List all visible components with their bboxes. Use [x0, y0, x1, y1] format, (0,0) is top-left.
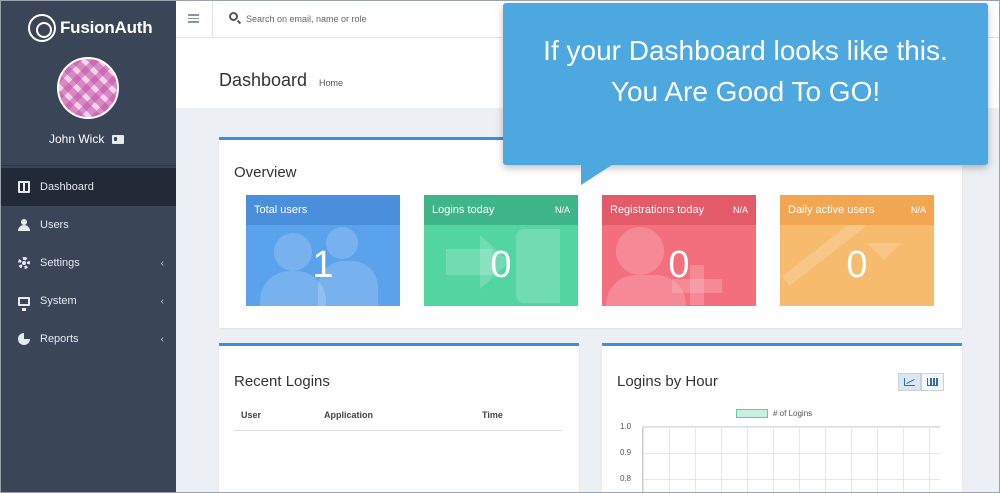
id-card-icon[interactable] — [112, 134, 125, 144]
y-tick-label: 0.8 — [620, 474, 632, 483]
stat-header: Total users — [246, 195, 400, 225]
sidebar-item-label: Reports — [40, 333, 79, 345]
page-title: Dashboard — [219, 70, 308, 90]
chart-legend: # of Logins — [736, 409, 812, 418]
logins-by-hour-panel: Logins by Hour # of Logins 1.0 0.9 0.8 — [602, 343, 962, 493]
fusionauth-logo-icon — [28, 14, 56, 42]
breadcrumb[interactable]: Home — [319, 78, 343, 88]
stat-logins-today[interactable]: Logins today N/A 0 — [424, 195, 578, 306]
brand-name: FusionAuth — [60, 18, 153, 37]
stat-value: 0 — [668, 244, 690, 286]
user-name: John Wick — [49, 132, 105, 146]
sidebar: FusionAuth John Wick Dashboard Users Set… — [0, 0, 176, 493]
stat-total-users[interactable]: Total users 1 — [246, 195, 400, 306]
stat-na: N/A — [554, 205, 570, 215]
gear-icon — [18, 257, 30, 269]
stat-registrations-today[interactable]: Registrations today N/A 0 — [602, 195, 756, 306]
sidebar-item-label: Settings — [40, 257, 80, 269]
chevron-left-icon: ‹ — [160, 258, 164, 269]
stat-label: Logins today — [432, 204, 495, 216]
stat-value: 1 — [312, 244, 334, 286]
stat-value: 0 — [490, 244, 512, 286]
sidebar-nav: Dashboard Users Settings ‹ System ‹ Repo… — [0, 168, 176, 358]
monitor-icon — [18, 296, 30, 311]
y-tick-label: 0.9 — [620, 448, 632, 457]
sidebar-divider — [0, 165, 176, 166]
avatar[interactable] — [57, 57, 119, 119]
stat-header: Registrations today N/A — [602, 195, 756, 225]
y-tick-label: 1.0 — [620, 422, 632, 431]
stat-daily-active-users[interactable]: Daily active users N/A 0 — [780, 195, 934, 306]
chart-type-toggle — [898, 373, 944, 391]
chevron-left-icon: ‹ — [160, 334, 164, 345]
sidebar-item-users[interactable]: Users — [0, 206, 176, 244]
sidebar-item-system[interactable]: System ‹ — [0, 282, 176, 320]
stat-na: N/A — [910, 205, 926, 215]
menu-toggle-icon[interactable] — [188, 14, 199, 23]
topbar-divider — [212, 0, 213, 38]
stat-label: Daily active users — [788, 204, 875, 216]
sidebar-item-label: Users — [40, 219, 69, 231]
bar-chart-button[interactable] — [921, 373, 944, 391]
table-header-divider — [234, 430, 562, 431]
recent-logins-panel: Recent Logins User Application Time — [219, 343, 579, 493]
sidebar-item-reports[interactable]: Reports ‹ — [0, 320, 176, 358]
logins-chart-area — [642, 426, 940, 493]
user-profile[interactable]: John Wick — [49, 132, 125, 146]
callout-bubble: If your Dashboard looks like this. You A… — [503, 3, 988, 185]
stat-label: Registrations today — [610, 204, 705, 216]
callout-line-1: If your Dashboard looks like this. — [543, 35, 948, 66]
legend-swatch — [736, 409, 768, 418]
stat-label: Total users — [254, 204, 308, 216]
pie-chart-icon — [18, 333, 30, 345]
legend-label: # of Logins — [773, 409, 813, 418]
sidebar-item-label: Dashboard — [40, 181, 94, 193]
line-chart-icon — [904, 378, 915, 386]
column-header-user: User — [241, 410, 262, 420]
column-header-time: Time — [482, 410, 503, 420]
line-chart-button[interactable] — [898, 373, 921, 391]
users-icon — [18, 219, 30, 231]
column-header-application: Application — [324, 410, 373, 420]
recent-logins-title: Recent Logins — [234, 373, 330, 390]
search-icon — [229, 12, 238, 21]
stat-header: Logins today N/A — [424, 195, 578, 225]
sidebar-item-dashboard[interactable]: Dashboard — [0, 168, 176, 206]
search-input[interactable] — [246, 10, 506, 28]
callout-line-2: You Are Good To GO! — [610, 76, 881, 107]
bar-chart-icon — [927, 378, 938, 386]
brand[interactable]: FusionAuth — [28, 14, 153, 42]
logins-by-hour-title: Logins by Hour — [617, 373, 718, 390]
overview-title: Overview — [234, 164, 297, 181]
stat-header: Daily active users N/A — [780, 195, 934, 225]
dashboard-icon — [18, 181, 30, 193]
sidebar-item-settings[interactable]: Settings ‹ — [0, 244, 176, 282]
stat-na: N/A — [732, 205, 748, 215]
stat-value: 0 — [846, 244, 868, 286]
sidebar-item-label: System — [40, 295, 77, 307]
chevron-left-icon: ‹ — [160, 296, 164, 307]
